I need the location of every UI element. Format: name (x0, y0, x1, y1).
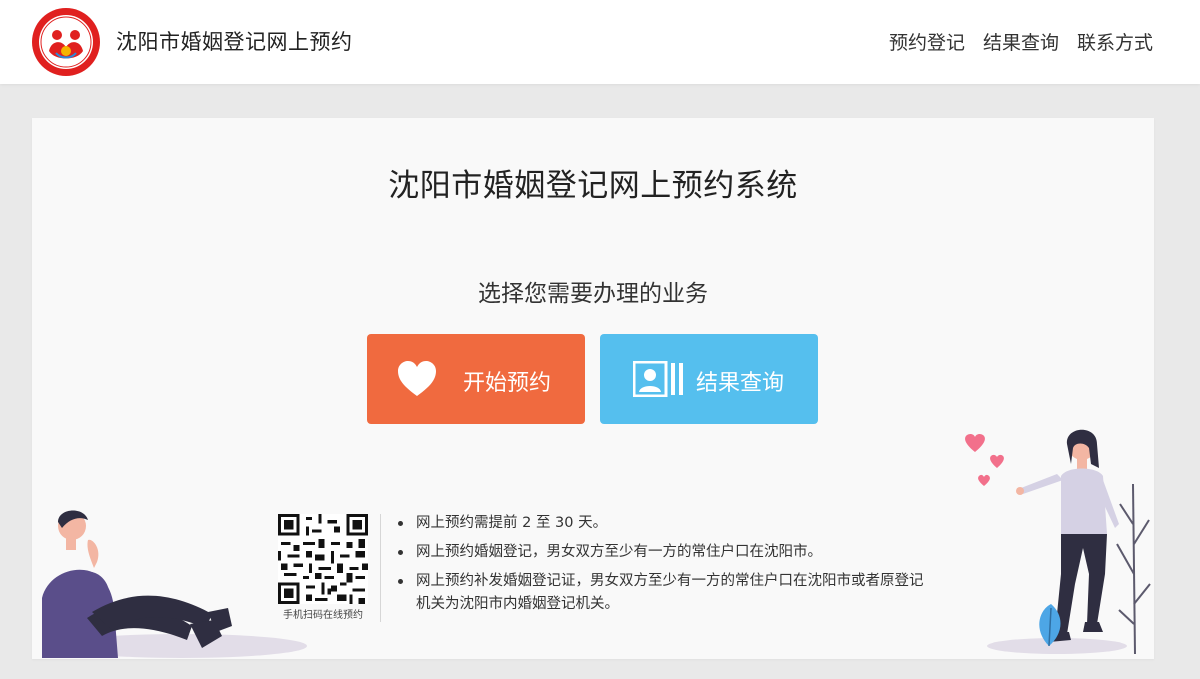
note-item: 网上预约补发婚姻登记证，男女双方至少有一方的常住户口在沈阳市或者原登记机关为沈阳… (398, 570, 928, 616)
start-booking-button[interactable]: 开始预约 (367, 334, 585, 424)
nav-item-result-query[interactable]: 结果查询 (983, 28, 1059, 55)
booking-notes: 网上预约需提前 2 至 30 天。 网上预约婚姻登记，男女双方至少有一方的常住户… (398, 512, 928, 622)
sitting-man-illustration (42, 510, 307, 658)
id-card-icon (633, 361, 683, 397)
site-title: 沈阳市婚姻登记网上预约 (116, 30, 353, 54)
result-query-button[interactable]: 结果查询 (600, 334, 818, 424)
main-card: 沈阳市婚姻登记网上预约系统 选择您需要办理的业务 开始预约 结果查询 手机扫码在… (32, 118, 1154, 659)
heart-icon (398, 361, 436, 396)
nav-item-booking[interactable]: 预约登记 (889, 28, 965, 55)
top-header: 沈阳市婚姻登记网上预约 预约登记 结果查询 联系方式 (0, 0, 1200, 84)
service-prompt: 选择您需要办理的业务 (478, 281, 708, 307)
marriage-registration-logo[interactable] (31, 7, 101, 77)
page-title: 沈阳市婚姻登记网上预约系统 (388, 168, 798, 204)
nav-item-contact[interactable]: 联系方式 (1077, 28, 1153, 55)
start-booking-label: 开始预约 (463, 371, 552, 396)
result-query-label: 结果查询 (696, 371, 785, 396)
top-nav: 预约登记 结果查询 联系方式 (889, 28, 1153, 55)
note-item: 网上预约需提前 2 至 30 天。 (398, 512, 928, 535)
note-item: 网上预约婚姻登记，男女双方至少有一方的常住户口在沈阳市。 (398, 541, 928, 564)
woman-with-hearts-illustration (965, 429, 1151, 655)
divider (380, 514, 381, 622)
